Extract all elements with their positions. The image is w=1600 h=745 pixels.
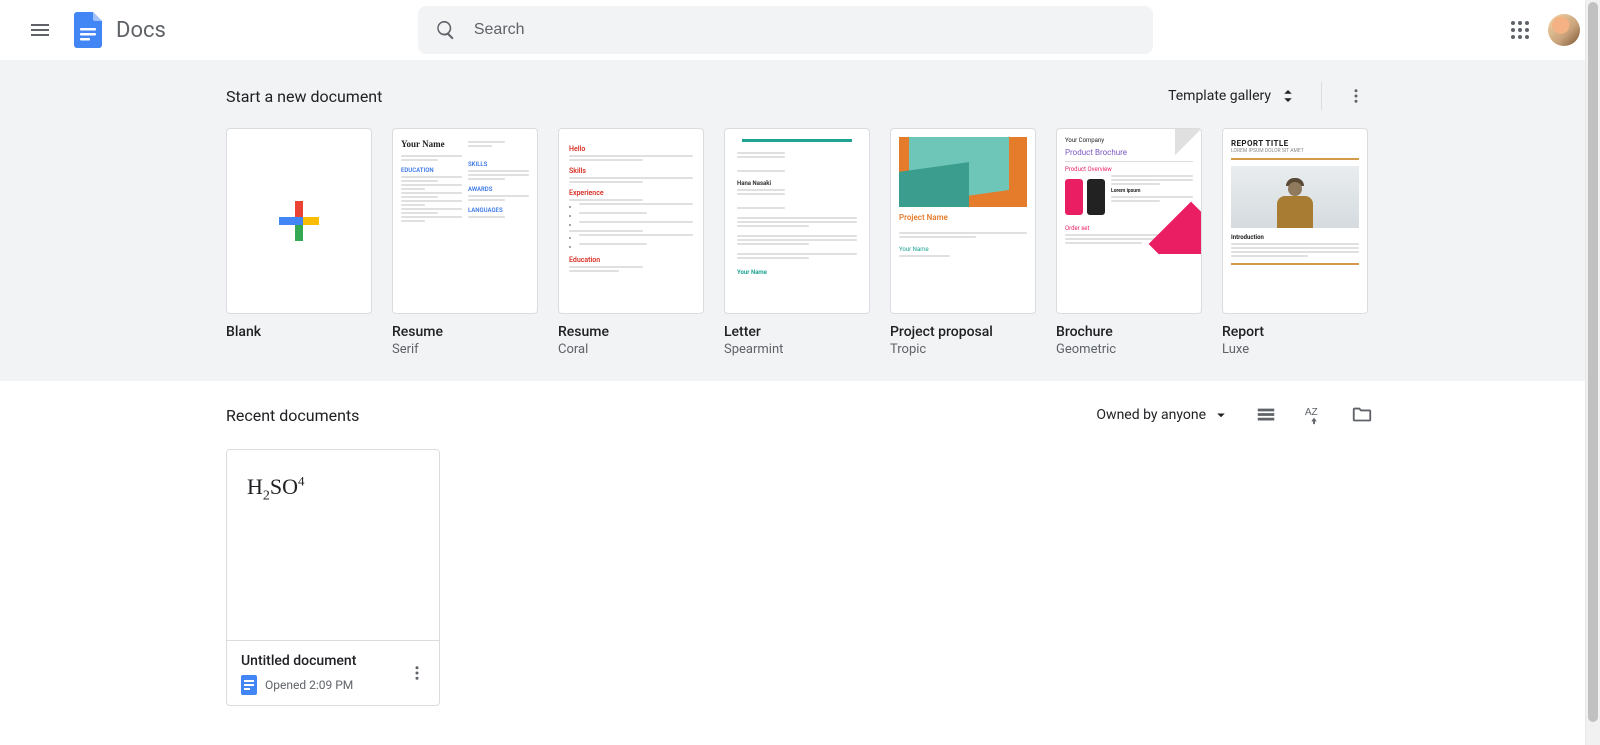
recent-doc-card[interactable]: H2SO4 Untitled document Opened 2:09 PM xyxy=(226,449,440,706)
list-view-icon xyxy=(1255,404,1277,426)
account-avatar[interactable] xyxy=(1548,14,1580,46)
letter-signoff: Your Name xyxy=(737,269,857,276)
template-title: Blank xyxy=(226,324,372,340)
sort-az-icon: AZ xyxy=(1303,404,1325,426)
template-title: Project proposal xyxy=(890,324,1036,340)
doc-preview: H2SO4 xyxy=(227,450,439,640)
geo-brochure: Product Brochure xyxy=(1065,148,1193,157)
plus-multicolor-icon xyxy=(275,197,323,245)
coral-hello: Hello xyxy=(569,145,693,153)
docs-file-icon xyxy=(241,675,257,695)
coral-skills: Skills xyxy=(569,167,693,175)
doc-meta-text: Opened 2:09 PM xyxy=(265,678,353,692)
doc-more-button[interactable] xyxy=(401,657,433,689)
template-blank[interactable]: Blank xyxy=(226,128,372,357)
divider xyxy=(1321,82,1322,110)
template-sub: Spearmint xyxy=(724,342,870,357)
template-sub: Geometric xyxy=(1056,342,1202,357)
arrow-drop-down-icon xyxy=(1212,406,1230,424)
geo-company: Your Company xyxy=(1065,137,1193,144)
template-sub: Luxe xyxy=(1222,342,1368,357)
luxe-title: REPORT TITLE xyxy=(1231,139,1359,148)
unfold-icon xyxy=(1279,87,1297,105)
open-file-picker-button[interactable] xyxy=(1350,403,1374,427)
search-icon xyxy=(426,10,466,50)
template-row: Blank Your Name EDUCATION xyxy=(226,128,1374,357)
sort-button[interactable]: AZ xyxy=(1302,403,1326,427)
thumb-serif-name: Your Name xyxy=(401,139,462,149)
template-sub: Tropic xyxy=(890,342,1036,357)
coral-edu: Education xyxy=(569,256,693,264)
template-project-proposal-tropic[interactable]: Project Name Your Name Project proposal … xyxy=(890,128,1036,357)
template-report-luxe[interactable]: REPORT TITLE LOREM IPSUM DOLOR SIT AMET … xyxy=(1222,128,1368,357)
luxe-sub: LOREM IPSUM DOLOR SIT AMET xyxy=(1231,148,1359,154)
template-title: Letter xyxy=(724,324,870,340)
owned-filter-button[interactable]: Owned by anyone xyxy=(1096,406,1230,424)
vertical-scrollbar[interactable] xyxy=(1585,0,1600,745)
template-gallery-label: Template gallery xyxy=(1168,88,1271,104)
templates-more-button[interactable] xyxy=(1338,78,1374,114)
app-header: Docs xyxy=(0,0,1600,60)
search-input[interactable] xyxy=(466,21,1145,39)
folder-icon xyxy=(1351,404,1373,426)
template-title: Report xyxy=(1222,324,1368,340)
tropic-project: Project Name xyxy=(899,213,1027,222)
doc-name: Untitled document xyxy=(241,653,425,669)
list-view-button[interactable] xyxy=(1254,403,1278,427)
template-sub: Coral xyxy=(558,342,704,357)
apps-grid-icon xyxy=(1510,20,1530,40)
template-letter-spearmint[interactable]: Hana Nasaki Your Name Letter Spearm xyxy=(724,128,870,357)
google-apps-button[interactable] xyxy=(1500,10,1540,50)
template-resume-coral[interactable]: Hello Skills Experience Education Resume xyxy=(558,128,704,357)
docs-logo[interactable] xyxy=(68,10,108,50)
owned-filter-label: Owned by anyone xyxy=(1096,407,1206,423)
template-gallery-button[interactable]: Template gallery xyxy=(1160,83,1305,109)
luxe-intro: Introduction xyxy=(1231,234,1359,241)
svg-text:AZ: AZ xyxy=(1305,407,1318,418)
templates-section: Start a new document Template gallery xyxy=(0,60,1600,381)
recent-heading: Recent documents xyxy=(226,406,359,425)
template-sub: Serif xyxy=(392,342,538,357)
template-brochure-geometric[interactable]: Your Company Product Brochure Product Ov… xyxy=(1056,128,1202,357)
template-title: Resume xyxy=(558,324,704,340)
recent-section: Recent documents Owned by anyone AZ xyxy=(0,381,1600,728)
main-menu-button[interactable] xyxy=(16,6,64,54)
coral-exp: Experience xyxy=(569,189,693,197)
more-vert-icon xyxy=(408,664,426,682)
template-resume-serif[interactable]: Your Name EDUCATION SKILLS xyxy=(392,128,538,357)
app-title: Docs xyxy=(116,18,166,43)
template-title: Resume xyxy=(392,324,538,340)
docs-logo-icon xyxy=(74,12,102,48)
templates-heading: Start a new document xyxy=(226,87,382,106)
template-title: Brochure xyxy=(1056,324,1202,340)
hamburger-icon xyxy=(28,18,52,42)
more-vert-icon xyxy=(1347,87,1365,105)
geo-overview: Product Overview xyxy=(1065,166,1193,173)
search-bar[interactable] xyxy=(418,6,1153,54)
